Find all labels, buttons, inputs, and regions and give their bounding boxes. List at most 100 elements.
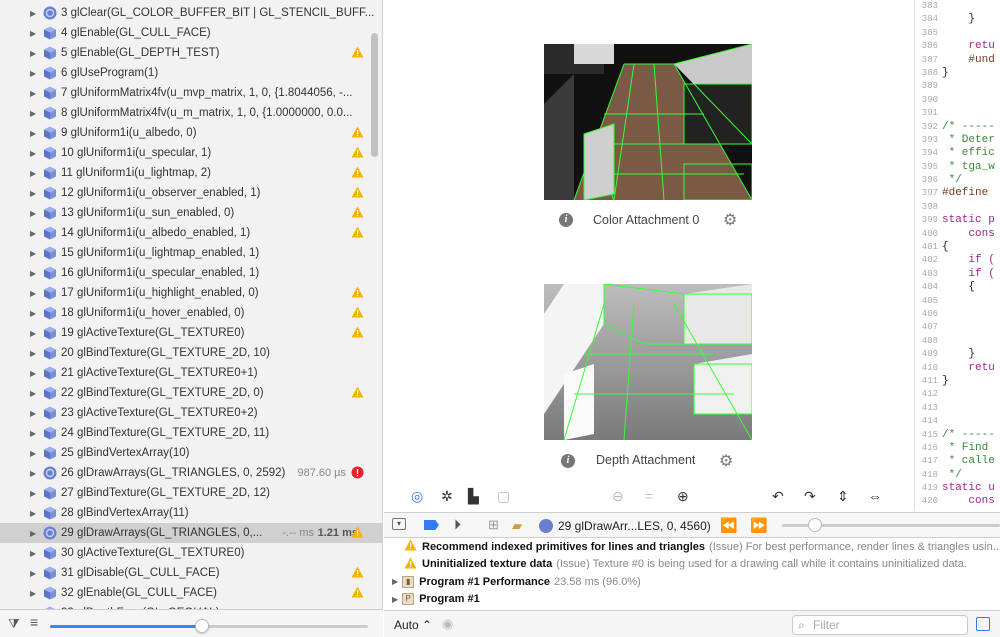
issue-row[interactable]: ▶ P Program #1 (384, 591, 1000, 609)
timeline-knob[interactable] (808, 518, 822, 532)
call-row[interactable]: ▶ 25 glBindVertexArray(10) (0, 443, 382, 463)
call-row[interactable]: ▶ 27 glBindTexture(GL_TEXTURE_2D, 12) (0, 483, 382, 503)
call-slider-knob[interactable] (195, 619, 209, 633)
call-row[interactable]: ▶ 22 glBindTexture(GL_TEXTURE_2D, 0) (0, 383, 382, 403)
call-row[interactable]: ▶ 19 glActiveTexture(GL_TEXTURE0) (0, 323, 382, 343)
color-attachment-image[interactable] (544, 44, 752, 200)
disclosure-icon[interactable]: ▶ (30, 569, 38, 578)
disclosure-icon[interactable]: ▶ (30, 469, 38, 478)
disclosure-icon[interactable]: ▶ (30, 349, 38, 358)
disclosure-icon[interactable]: ▶ (30, 429, 38, 438)
color-attachment-gear-icon[interactable]: ⚙ (723, 210, 737, 230)
auto-select[interactable]: Auto ⌃ (394, 618, 432, 632)
zoom-out-icon[interactable]: ⊖ (612, 488, 624, 505)
call-row[interactable]: ▶ 13 glUniform1i(u_sun_enabled, 0) (0, 203, 382, 223)
grid-nav-icon[interactable]: ⊞ (488, 517, 499, 533)
disclosure-icon[interactable]: ▶ (30, 29, 38, 38)
call-list[interactable]: ▶ 3 glClear(GL_COLOR_BUFFER_BIT | GL_STEN… (0, 3, 382, 609)
call-row[interactable]: ▶ 14 glUniform1i(u_albedo_enabled, 1) (0, 223, 382, 243)
flip-vertical-icon[interactable]: ⇕ (837, 488, 849, 505)
source-editor[interactable]: 383 384 } 385 386 retu 387 #und 388} 389 390 391… (914, 0, 1000, 510)
color-attachment-info-icon[interactable]: i (559, 213, 573, 227)
disclosure-icon[interactable]: ▶ (30, 369, 38, 378)
step-back-icon[interactable]: ⏪ (720, 517, 737, 534)
eye-icon[interactable]: ◉ (442, 616, 453, 632)
call-row[interactable]: ▶ 31 glDisable(GL_CULL_FACE) (0, 563, 382, 583)
call-row[interactable]: ▶ 21 glActiveTexture(GL_TEXTURE0+1) (0, 363, 382, 383)
disclosure-icon[interactable]: ▶ (30, 189, 38, 198)
disclosure-icon[interactable]: ▶ (30, 489, 38, 498)
disclosure-icon[interactable]: ▶ (30, 389, 38, 398)
call-row[interactable]: ▶ 5 glEnable(GL_DEPTH_TEST) (0, 43, 382, 63)
disclosure-icon[interactable]: ▶ (30, 269, 38, 278)
call-list-scrollbar[interactable] (371, 33, 378, 157)
call-row[interactable]: ▶ 26 glDrawArrays(GL_TRIANGLES, 0, 2592) 9… (0, 463, 382, 483)
call-row[interactable]: ▶ 17 glUniform1i(u_highlight_enabled, 0) (0, 283, 382, 303)
disclosure-icon[interactable]: ▶ (392, 595, 398, 604)
step-forward-icon[interactable]: ⏩ (750, 517, 767, 534)
breakpoint-icon[interactable] (424, 520, 439, 530)
disclosure-icon[interactable]: ▶ (30, 149, 38, 158)
disclosure-icon[interactable]: ▶ (30, 49, 38, 58)
call-row[interactable]: ▶ 11 glUniform1i(u_lightmap, 2) (0, 163, 382, 183)
disclosure-icon[interactable]: ▶ (30, 209, 38, 218)
disclosure-icon[interactable]: ▶ (30, 229, 38, 238)
call-row[interactable]: ▶ 9 glUniform1i(u_albedo, 0) (0, 123, 382, 143)
call-row[interactable]: ▶ 23 glActiveTexture(GL_TEXTURE0+2) (0, 403, 382, 423)
call-row[interactable]: ▶ 24 glBindTexture(GL_TEXTURE_2D, 11) (0, 423, 382, 443)
call-row[interactable]: ▶ 12 glUniform1i(u_observer_enabled, 1) (0, 183, 382, 203)
continue-icon[interactable]: ⏵ (454, 516, 461, 533)
disclosure-icon[interactable]: ▶ (30, 249, 38, 258)
depth-attachment-image[interactable] (544, 284, 752, 440)
call-row[interactable]: ▶ 8 glUniformMatrix4fv(u_m_matrix, 1, 0, … (0, 103, 382, 123)
call-slider[interactable] (50, 625, 368, 628)
zoom-equal-icon[interactable]: = (645, 488, 653, 504)
call-row[interactable]: ▶ 6 glUseProgram(1) (0, 63, 382, 83)
hide-panel-icon[interactable]: ▾ (392, 518, 406, 530)
disclosure-icon[interactable]: ▶ (30, 409, 38, 418)
call-row[interactable]: ▶ 32 glEnable(GL_CULL_FACE) (0, 583, 382, 603)
filter-input[interactable]: ⌕ Filter (792, 615, 968, 635)
depth-attachment-gear-icon[interactable]: ⚙ (719, 451, 733, 471)
disclosure-icon[interactable]: ▶ (30, 89, 38, 98)
call-row[interactable]: ▶ 4 glEnable(GL_CULL_FACE) (0, 23, 382, 43)
call-row[interactable]: ▶ 29 glDrawArrays(GL_TRIANGLES, 0,... -.--… (0, 523, 382, 543)
call-row[interactable]: ▶ 15 glUniform1i(u_lightmap_enabled, 1) (0, 243, 382, 263)
split-view-icon[interactable] (976, 617, 990, 631)
disclosure-icon[interactable]: ▶ (30, 329, 38, 338)
disclosure-icon[interactable]: ▶ (30, 9, 38, 18)
flip-horizontal-icon[interactable]: ⇔ (868, 488, 882, 504)
breadcrumb[interactable]: 29 glDrawArr...LES, 0, 4560) (558, 519, 711, 533)
disclosure-icon[interactable]: ▶ (30, 509, 38, 518)
disclosure-icon[interactable]: ▶ (30, 309, 38, 318)
disclosure-icon[interactable]: ▶ (30, 549, 38, 558)
aperture-icon[interactable]: ✲ (441, 488, 453, 505)
call-row[interactable]: ▶ 10 glUniform1i(u_specular, 1) (0, 143, 382, 163)
disclosure-icon[interactable]: ▶ (392, 577, 398, 586)
issue-row[interactable]: Uninitialized texture data (Issue) Textur… (384, 556, 1000, 574)
rotate-right-icon[interactable]: ↷ (804, 488, 816, 505)
disclosure-icon[interactable]: ▶ (30, 169, 38, 178)
call-row[interactable]: ▶ 16 glUniform1i(u_specular_enabled, 1) (0, 263, 382, 283)
disclosure-icon[interactable]: ▶ (30, 289, 38, 298)
issues-list[interactable]: Recommend indexed primitives for lines a… (384, 538, 1000, 610)
call-row[interactable]: ▶ 18 glUniform1i(u_hover_enabled, 0) (0, 303, 382, 323)
frame-icon[interactable]: ▢ (497, 488, 510, 505)
rotate-left-icon[interactable]: ↶ (772, 488, 784, 505)
issue-row[interactable]: ▶ ▮ Program #1 Performance 23.58 ms (96.0%) (384, 573, 1000, 591)
folder-nav-icon[interactable]: ▰ (512, 518, 522, 534)
zoom-in-icon[interactable]: ⊕ (677, 488, 689, 505)
filter-icon[interactable]: ⧩ (8, 616, 20, 632)
disclosure-icon[interactable]: ▶ (30, 449, 38, 458)
disclosure-icon[interactable]: ▶ (30, 529, 38, 538)
wireframe-icon[interactable]: ◎ (411, 488, 423, 505)
call-row[interactable]: ▶ 7 glUniformMatrix4fv(u_mvp_matrix, 1, 0… (0, 83, 382, 103)
call-row[interactable]: ▶ 30 glActiveTexture(GL_TEXTURE0) (0, 543, 382, 563)
call-row[interactable]: ▶ 28 glBindVertexArray(11) (0, 503, 382, 523)
call-row[interactable]: ▶ 20 glBindTexture(GL_TEXTURE_2D, 10) (0, 343, 382, 363)
clapper-icon[interactable]: ▙ (468, 488, 479, 505)
call-row[interactable]: ▶ 3 glClear(GL_COLOR_BUFFER_BIT | GL_STEN… (0, 3, 382, 23)
disclosure-icon[interactable]: ▶ (30, 109, 38, 118)
issue-row[interactable]: Recommend indexed primitives for lines a… (384, 538, 1000, 556)
list-icon[interactable]: ≡ (30, 614, 38, 630)
